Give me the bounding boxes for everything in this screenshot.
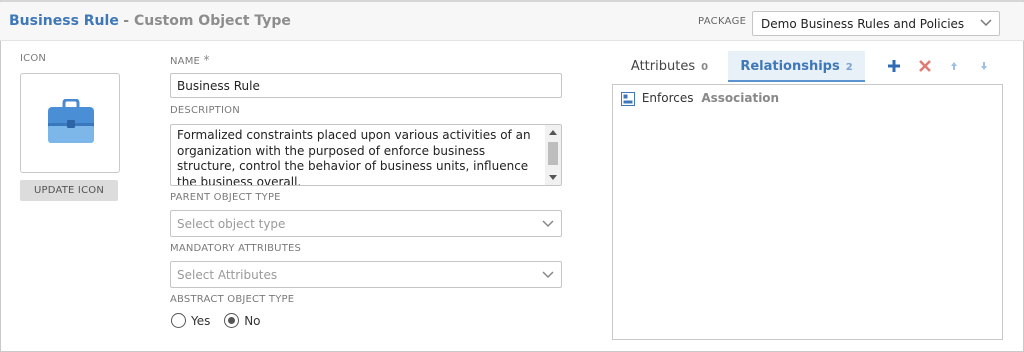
tab-attributes-count: 0 [701,62,709,73]
relationship-kind: Association [701,91,780,105]
abstract-type-label: ABSTRACT OBJECT TYPE [170,294,295,305]
description-textarea[interactable]: Formalized constraints placed upon vario… [170,124,562,186]
chevron-down-icon [980,19,992,27]
chevron-down-icon [542,271,554,279]
radio-no-label[interactable]: No [244,314,260,328]
arrow-up-icon[interactable] [946,58,962,74]
tab-attributes-label: Attributes [630,59,696,74]
description-scrollbar[interactable] [545,125,561,185]
relationship-name: Enforces [641,91,694,105]
page-title: Business Rule - Custom Object Type [9,13,291,29]
list-item[interactable]: Enforces Association [621,91,779,106]
name-label-text: NAME [170,56,201,67]
package-select[interactable]: Demo Business Rules and Policies [752,11,1000,36]
relationship-icon [621,91,635,106]
description-text: Formalized constraints placed upon vario… [177,128,531,186]
tab-relationships-label: Relationships [740,59,840,74]
package-label: PACKAGE [698,16,747,27]
package-value: Demo Business Rules and Policies [761,17,965,31]
tab-relationships-count: 2 [845,62,853,73]
mandatory-attributes-placeholder: Select Attributes [177,268,278,282]
icon-label: ICON [20,53,47,64]
title-subtitle: - Custom Object Type [123,13,291,29]
briefcase-icon [48,99,94,143]
header-bar: Business Rule - Custom Object Type PACKA… [0,2,1024,41]
mandatory-attributes-select[interactable]: Select Attributes [170,261,562,288]
icon-preview[interactable] [20,73,120,173]
update-icon-button[interactable]: UPDATE ICON [20,180,118,201]
tab-attributes[interactable]: Attributes 0 [612,51,727,82]
scroll-thumb[interactable] [548,142,558,165]
description-label: DESCRIPTION [170,105,240,116]
mandatory-attributes-label: MANDATORY ATTRIBUTES [170,243,302,254]
name-input[interactable] [170,73,562,98]
title-main: Business Rule [9,13,119,29]
plus-icon[interactable] [886,58,902,74]
radio-yes[interactable] [171,313,186,328]
parent-type-select[interactable]: Select object type [170,210,562,237]
radio-no[interactable] [224,313,240,328]
parent-type-placeholder: Select object type [177,217,286,231]
chevron-down-icon [542,220,554,228]
abstract-type-radio-group: Yes No [171,313,271,328]
radio-yes-label[interactable]: Yes [191,314,210,328]
delete-icon[interactable] [917,58,933,74]
name-label: NAME * [170,53,210,67]
scroll-up-arrow-icon[interactable] [549,130,557,135]
tab-relationships[interactable]: Relationships 2 [728,51,865,82]
parent-type-label: PARENT OBJECT TYPE [170,192,281,203]
relationships-panel: Enforces Association [612,84,1003,340]
arrow-down-icon[interactable] [976,58,992,74]
scroll-down-arrow-icon[interactable] [549,175,557,180]
required-mark: * [203,53,210,67]
